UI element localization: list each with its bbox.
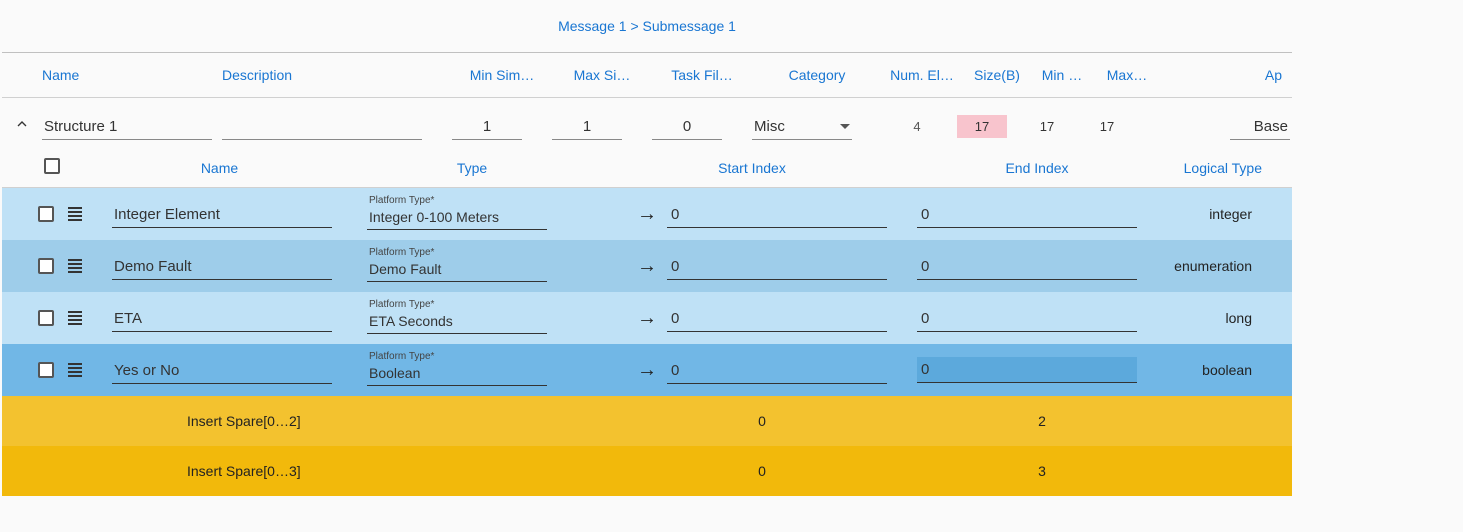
start-index-input[interactable] [667, 304, 887, 332]
end-index-input[interactable] [917, 304, 1137, 332]
structure-category-select[interactable] [752, 112, 852, 140]
drag-handle-icon[interactable] [68, 363, 82, 377]
col-num-el[interactable]: Num. El… [882, 67, 962, 83]
row-checkbox[interactable] [38, 310, 54, 326]
col-description[interactable]: Description [222, 67, 452, 83]
col-start-index[interactable]: Start Index [612, 160, 892, 176]
spare-end: 3 [922, 463, 1162, 479]
logical-type: enumeration [1147, 258, 1292, 274]
breadcrumb-sep: > [630, 18, 638, 34]
logical-type: integer [1147, 206, 1292, 222]
start-index-input[interactable] [667, 200, 887, 228]
select-all-checkbox[interactable] [44, 158, 60, 174]
structure-minsim-input[interactable] [452, 112, 522, 140]
go-to-type-button[interactable]: → [627, 255, 667, 278]
insert-spare-row[interactable]: Insert Spare[0…3] 0 3 [2, 446, 1292, 496]
chevron-up-icon [14, 116, 30, 132]
col-logical-type[interactable]: Logical Type [1167, 160, 1292, 176]
structure-size-warning: 17 [957, 115, 1007, 138]
platform-type-label: Platform Type* [369, 195, 434, 206]
platform-type-label: Platform Type* [369, 247, 434, 258]
end-index-input[interactable] [917, 357, 1137, 383]
spare-start: 0 [612, 413, 912, 429]
breadcrumb-message[interactable]: Message 1 [558, 18, 626, 34]
drag-handle-icon[interactable] [68, 311, 82, 325]
platform-type-label: Platform Type* [369, 351, 434, 362]
row-checkbox[interactable] [38, 206, 54, 222]
element-row: Platform Type* → long [2, 292, 1292, 344]
structure-name-input[interactable] [42, 112, 212, 140]
end-index-input[interactable] [917, 252, 1137, 280]
breadcrumb-submessage[interactable]: Submessage 1 [643, 18, 736, 34]
col-ap[interactable]: Ap [1162, 67, 1292, 83]
spare-start: 0 [612, 463, 912, 479]
col-max[interactable]: Max… [1092, 67, 1162, 83]
col-category[interactable]: Category [752, 67, 882, 83]
structure-row: 4 17 17 17 [2, 98, 1292, 148]
col-task-fil[interactable]: Task Fil… [652, 67, 752, 83]
element-row: Platform Type* → boolean [2, 344, 1292, 396]
structure-task-input[interactable] [652, 112, 722, 140]
element-column-headers: Name Type Start Index End Index Logical … [2, 148, 1292, 188]
collapse-toggle[interactable] [2, 116, 42, 136]
element-name-input[interactable] [112, 252, 332, 280]
col-end-index[interactable]: End Index [912, 160, 1162, 176]
platform-type-label: Platform Type* [369, 299, 434, 310]
col-size[interactable]: Size(B) [962, 67, 1032, 83]
col-element-name[interactable]: Name [72, 160, 367, 176]
logical-type: boolean [1147, 362, 1292, 378]
breadcrumb: Message 1 > Submessage 1 [2, 0, 1292, 52]
start-index-input[interactable] [667, 356, 887, 384]
go-to-type-button[interactable]: → [627, 359, 667, 382]
structure-num-el: 4 [892, 119, 942, 134]
row-checkbox[interactable] [38, 258, 54, 274]
start-index-input[interactable] [667, 252, 887, 280]
spare-end: 2 [922, 413, 1162, 429]
structure-maxsi-input[interactable] [552, 112, 622, 140]
insert-spare-row[interactable]: Insert Spare[0…2] 0 2 [2, 396, 1292, 446]
structure-desc-input[interactable] [222, 112, 422, 140]
go-to-type-button[interactable]: → [627, 203, 667, 226]
logical-type: long [1147, 310, 1292, 326]
col-min[interactable]: Min … [1032, 67, 1092, 83]
col-element-type[interactable]: Type [337, 160, 607, 176]
element-name-input[interactable] [112, 304, 332, 332]
element-name-input[interactable] [112, 200, 332, 228]
structure-max: 17 [1087, 119, 1127, 134]
col-min-sim[interactable]: Min Sim… [452, 67, 552, 83]
drag-handle-icon[interactable] [68, 207, 82, 221]
spare-label: Insert Spare[0…2] [2, 413, 622, 429]
element-row: Platform Type* → enumeration [2, 240, 1292, 292]
end-index-input[interactable] [917, 200, 1137, 228]
row-checkbox[interactable] [38, 362, 54, 378]
drag-handle-icon[interactable] [68, 259, 82, 273]
structure-taxonomy-input[interactable] [1230, 112, 1290, 140]
element-row: Platform Type* → integer [2, 188, 1292, 240]
col-max-si[interactable]: Max Si… [552, 67, 652, 83]
go-to-type-button[interactable]: → [627, 307, 667, 330]
structure-min: 17 [1027, 119, 1067, 134]
spare-label: Insert Spare[0…3] [2, 463, 622, 479]
element-name-input[interactable] [112, 356, 332, 384]
structure-column-headers: Name Description Min Sim… Max Si… Task F… [2, 53, 1292, 97]
col-name[interactable]: Name [42, 67, 222, 83]
